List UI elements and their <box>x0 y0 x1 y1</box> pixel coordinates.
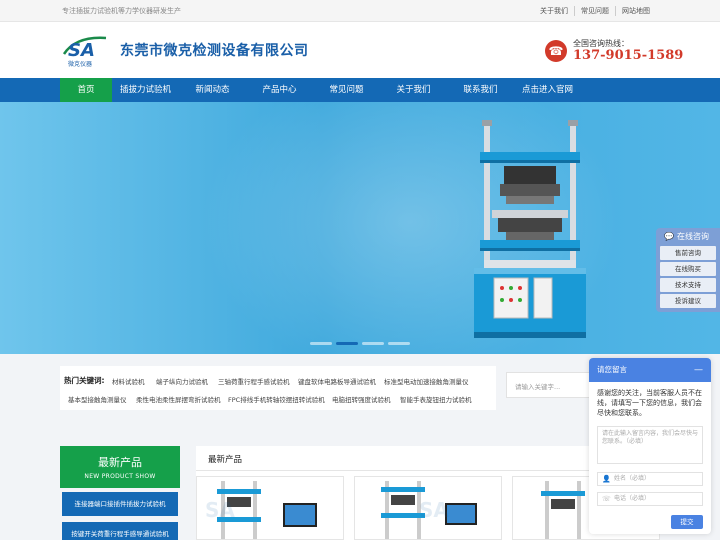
consult-header: 💬 在线咨询 <box>664 231 709 242</box>
submit-button[interactable]: 提交 <box>671 515 703 529</box>
search-placeholder: 请输入关键字... <box>515 383 561 391</box>
site-slogan: 专注插拔力试验机等力学仪器研发生产 <box>62 7 181 15</box>
phone-field[interactable]: ☏ 电话（必填） <box>597 492 703 506</box>
chat-header: 请您留言 — <box>589 358 711 382</box>
category-item[interactable]: 按键开关荷重行程手感导通试验机 <box>62 522 178 540</box>
name-field[interactable]: 👤 姓名（必填） <box>597 472 703 486</box>
banner-dot[interactable] <box>310 342 332 345</box>
nav-item-official-site[interactable]: 点击进入官网 <box>514 78 581 102</box>
phone-small-icon: ☏ <box>602 495 611 503</box>
phone-placeholder: 电话（必填） <box>614 495 651 502</box>
keyword-link[interactable]: FPC排线手机转轴铰摆扭转试验机 <box>228 394 325 404</box>
hero-banner[interactable] <box>0 102 720 354</box>
category-header: 最新产品 NEW PRODUCT SHOW <box>60 446 180 488</box>
product-card[interactable]: SA <box>196 476 344 540</box>
logo-text: SA <box>68 40 95 61</box>
tech-support-button[interactable]: 技术支持 <box>660 278 716 292</box>
svg-text:SA: SA <box>419 498 449 522</box>
site-header: SA 微克仪器 东莞市微克检测设备有限公司 ☎ 全国咨询热线： 137-9015… <box>0 22 720 78</box>
category-subtitle: NEW PRODUCT SHOW <box>84 473 156 480</box>
buy-online-button[interactable]: 在线购买 <box>660 262 716 276</box>
main-nav: 首页 插拔力试验机 新闻动态 产品中心 常见问题 关于我们 联系我们 点击进入官… <box>0 78 720 102</box>
chat-title: 请您留言 <box>597 365 627 374</box>
top-link-faq[interactable]: 常见问题 <box>574 6 615 16</box>
message-textarea[interactable]: 请在此输入留言内容，我们会尽快与您联系。（必填） <box>597 426 703 464</box>
divider <box>196 470 600 471</box>
phone-icon: ☎ <box>545 40 567 62</box>
test-machine-image <box>474 120 586 338</box>
complaint-button[interactable]: 投诉建议 <box>660 294 716 308</box>
hot-keywords-box: 热门关键词: 材料试验机 端子纵向力试验机 三轴荷重行程手感试验机 键盘软体电路… <box>60 366 496 410</box>
nav-item-faq[interactable]: 常见问题 <box>313 78 380 102</box>
keyword-link[interactable]: 基本型接触角测量仪 <box>68 394 127 404</box>
nav-item-about[interactable]: 关于我们 <box>380 78 447 102</box>
keyword-link[interactable]: 键盘软体电路板导通试验机 <box>298 376 376 386</box>
banner-dot[interactable] <box>362 342 384 345</box>
online-consult-float: 💬 在线咨询 售前咨询 在线购买 技术支持 投诉建议 <box>656 228 720 312</box>
minimize-icon[interactable]: — <box>694 358 703 382</box>
top-link-about[interactable]: 关于我们 <box>534 6 574 16</box>
nav-item-home[interactable]: 首页 <box>60 78 112 102</box>
banner-dot[interactable] <box>388 342 410 345</box>
top-links: 关于我们 常见问题 网站地图 <box>534 6 656 16</box>
keyword-link[interactable]: 电脑扭转强度试验机 <box>332 394 391 404</box>
name-placeholder: 姓名（必填） <box>614 475 651 482</box>
logo-sub: 微克仪器 <box>68 60 92 68</box>
keyword-link[interactable]: 三轴荷重行程手感试验机 <box>218 376 290 386</box>
keyword-link[interactable]: 材料试验机 <box>112 376 145 386</box>
nav-item-news[interactable]: 新闻动态 <box>179 78 246 102</box>
nav-item-tester[interactable]: 插拔力试验机 <box>112 78 179 102</box>
consult-title: 在线咨询 <box>676 232 709 241</box>
hot-keywords-label: 热门关键词: <box>64 376 105 385</box>
category-item[interactable]: 连接器端口接插件插拔力试验机 <box>62 492 178 516</box>
banner-dot-active[interactable] <box>336 342 358 345</box>
svg-text:SA: SA <box>205 498 235 522</box>
nav-item-contact[interactable]: 联系我们 <box>447 78 514 102</box>
company-name: 东莞市微克检测设备有限公司 <box>120 43 309 59</box>
product-image: SA <box>381 481 477 539</box>
category-title: 最新产品 <box>98 456 142 469</box>
chat-widget: 请您留言 — 感谢您的关注，当前客服人员不在线，请填写一下您的信息，我们会尽快和… <box>589 358 711 534</box>
chat-message: 感谢您的关注，当前客服人员不在线，请填写一下您的信息，我们会尽快和您联系。 <box>597 389 702 417</box>
user-icon: 👤 <box>602 475 611 483</box>
presale-button[interactable]: 售前咨询 <box>660 246 716 260</box>
company-logo[interactable]: SA 微克仪器 <box>62 34 114 68</box>
keyword-link[interactable]: 智能手表旋钮扭力试验机 <box>400 394 472 404</box>
banner-pagination <box>310 342 410 345</box>
product-image: SA <box>205 481 317 539</box>
product-card[interactable]: SA <box>354 476 502 540</box>
nav-item-products[interactable]: 产品中心 <box>246 78 313 102</box>
keyword-link[interactable]: 柔性电池柔性屏摆弯折试验机 <box>136 394 221 404</box>
products-title: 最新产品 <box>208 455 243 465</box>
hotline-number: 137-9015-1589 <box>573 48 684 63</box>
search-input[interactable]: 请输入关键字... <box>506 372 590 398</box>
keyword-link[interactable]: 端子纵向力试验机 <box>156 376 208 386</box>
chat-bubble-icon: 💬 <box>664 232 674 241</box>
keyword-link[interactable]: 标准型电动加速接触角测量仪 <box>384 376 469 386</box>
top-link-sitemap[interactable]: 网站地图 <box>615 6 656 16</box>
top-bar: 专注插拔力试验机等力学仪器研发生产 关于我们 常见问题 网站地图 <box>0 0 720 22</box>
